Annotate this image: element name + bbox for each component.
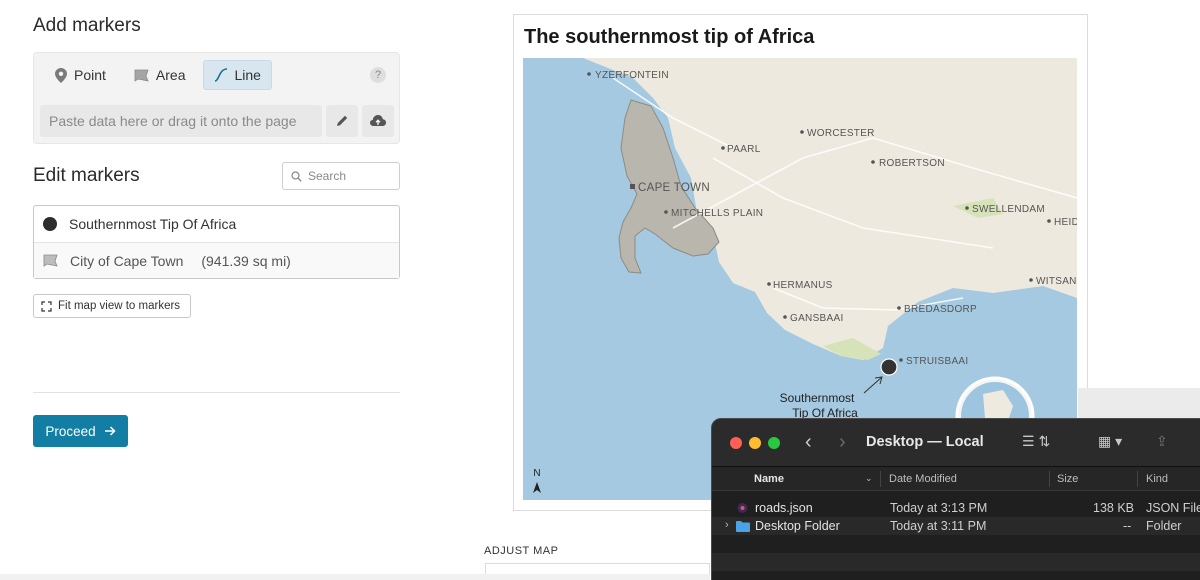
place-label: ROBERTSON — [879, 158, 945, 169]
column-size[interactable]: Size — [1057, 473, 1078, 485]
file-size: -- — [1123, 519, 1132, 533]
fit-map-button[interactable]: Fit map view to markers — [33, 294, 192, 318]
marker-item-point[interactable]: Southernmost Tip Of Africa — [34, 206, 399, 242]
finder-window[interactable]: ‹ › Desktop — Local ☰ ⇅ ▦ ▾ ⇪ Name ⌄ Dat… — [711, 418, 1200, 580]
help-icon[interactable]: ? — [370, 67, 386, 83]
cloud-upload-icon — [370, 115, 386, 126]
map-title: The southernmost tip of Africa — [524, 26, 815, 48]
finder-column-headers: Name ⌄ Date Modified Size Kind — [712, 467, 1200, 491]
empty-row — [712, 553, 1200, 571]
tab-point-label: Point — [74, 67, 106, 83]
area-flag-icon — [43, 254, 58, 267]
folder-icon — [736, 521, 750, 532]
tab-area-label: Area — [155, 67, 186, 83]
place-label: MITCHELLS PLAIN — [671, 208, 763, 219]
finder-toolbar: ‹ › Desktop — Local ☰ ⇅ ▦ ▾ ⇪ — [712, 419, 1200, 467]
line-curve-icon — [214, 68, 227, 82]
search-icon — [291, 170, 302, 182]
fit-view-icon — [41, 300, 52, 312]
bottom-strip — [0, 574, 710, 580]
finder-title: Desktop — Local — [866, 434, 984, 450]
file-name: Desktop Folder — [755, 519, 840, 533]
fit-map-label: Fit map view to markers — [58, 300, 181, 312]
place-label: HERMANUS — [773, 280, 833, 291]
disclosure-chevron-icon[interactable]: › — [725, 519, 729, 531]
marker-item-area[interactable]: City of Cape Town (941.39 sq mi) — [34, 242, 399, 278]
north-label: N — [533, 468, 540, 479]
file-date: Today at 3:13 PM — [890, 501, 988, 515]
upload-button[interactable] — [362, 105, 394, 137]
column-kind[interactable]: Kind — [1146, 473, 1168, 485]
marker-list: Southernmost Tip Of Africa City of Cape … — [33, 205, 400, 279]
edit-markers-heading: Edit markers — [33, 165, 140, 186]
search-input[interactable] — [308, 169, 388, 183]
place-label: SWELLENDAM — [972, 204, 1045, 215]
marker-name: City of Cape Town — [70, 252, 184, 269]
file-name: roads.json — [755, 501, 813, 515]
back-icon[interactable]: ‹ — [805, 431, 812, 454]
minimize-window-button[interactable] — [749, 437, 761, 449]
sort-chevron-icon: ⌄ — [865, 473, 873, 483]
marker-type-tabs: Point Area Line — [44, 60, 272, 90]
zoom-window-button[interactable] — [768, 437, 780, 449]
arrow-right-icon — [104, 426, 116, 436]
divider — [33, 392, 400, 393]
forward-icon[interactable]: › — [839, 431, 846, 454]
paste-data-input[interactable] — [40, 105, 322, 137]
proceed-button[interactable]: Proceed — [33, 415, 128, 447]
place-label: WITSAN — [1036, 276, 1077, 287]
group-icon[interactable]: ▦ ▾ — [1098, 433, 1122, 450]
json-file-icon — [737, 503, 748, 513]
tab-line-label: Line — [234, 67, 261, 83]
close-window-button[interactable] — [730, 437, 742, 449]
marker-name: Southernmost Tip Of Africa — [69, 216, 237, 232]
tab-point[interactable]: Point — [44, 60, 117, 90]
file-row[interactable]: roads.json Today at 3:13 PM 138 KB JSON … — [712, 499, 1200, 517]
tab-line[interactable]: Line — [202, 60, 272, 90]
column-name[interactable]: Name — [754, 473, 784, 485]
adjust-map-heading: ADJUST MAP — [484, 545, 559, 557]
share-icon[interactable]: ⇪ — [1156, 433, 1168, 450]
place-label: STRUISBAAI — [906, 356, 968, 367]
southernmost-tip-marker — [880, 358, 898, 376]
pin-icon — [55, 67, 67, 83]
add-markers-panel: Point Area Line ? — [33, 52, 400, 144]
add-markers-heading: Add markers — [33, 15, 141, 36]
file-row[interactable]: › Desktop Folder Today at 3:11 PM -- Fol… — [712, 517, 1200, 535]
file-date: Today at 3:11 PM — [890, 519, 987, 533]
marker-callout-label: Southernmost — [780, 391, 855, 405]
pencil-icon — [337, 115, 348, 126]
column-date-modified[interactable]: Date Modified — [889, 473, 957, 485]
place-label: WORCESTER — [807, 128, 875, 139]
file-kind: JSON File — [1146, 501, 1200, 515]
draw-button[interactable] — [326, 105, 358, 137]
point-marker-icon — [43, 217, 57, 231]
area-flag-icon — [134, 69, 149, 82]
file-kind: Folder — [1146, 519, 1182, 533]
place-label: BREDASDORP — [904, 304, 977, 315]
marker-search[interactable] — [282, 162, 400, 190]
file-size: 138 KB — [1093, 501, 1135, 515]
place-label: PAARL — [727, 144, 761, 155]
tab-area[interactable]: Area — [123, 60, 197, 90]
proceed-label: Proceed — [45, 423, 96, 439]
list-view-icon[interactable]: ☰ ⇅ — [1022, 433, 1050, 450]
place-label: CAPE TOWN — [638, 182, 710, 194]
marker-area-size: (941.39 sq mi) — [201, 252, 291, 269]
place-label: GANSBAAI — [790, 313, 844, 324]
place-label: YZERFONTEIN — [595, 70, 669, 81]
place-label: HEID — [1054, 217, 1077, 228]
